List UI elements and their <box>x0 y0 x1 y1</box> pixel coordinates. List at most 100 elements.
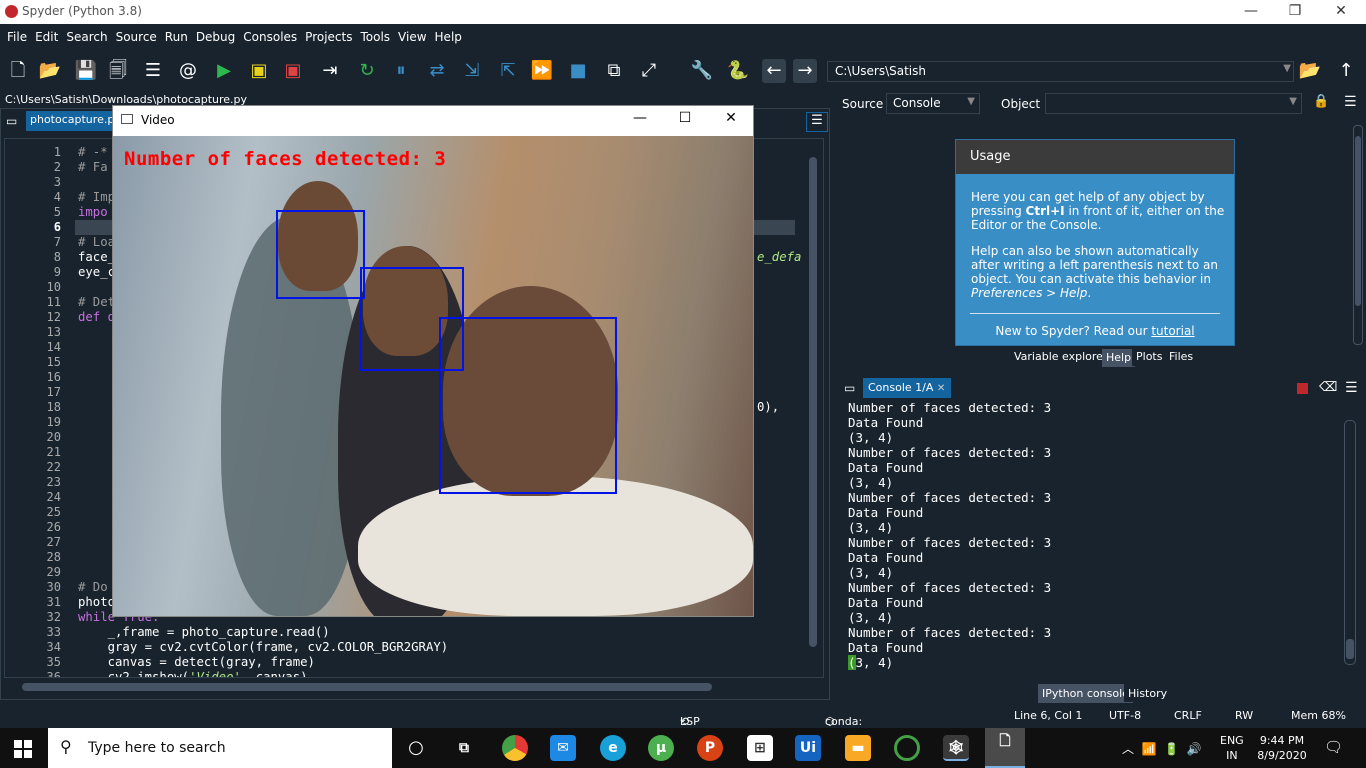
open-file-icon[interactable]: 📂 <box>38 59 62 83</box>
console-line: Number of faces detected: 3 <box>848 490 1052 505</box>
run-cell-advance-icon[interactable]: ▣ <box>281 59 305 83</box>
fullscreen-icon[interactable]: ⤢ <box>637 59 661 83</box>
tutorial-link[interactable]: tutorial <box>1151 324 1194 338</box>
video-taskbar-icon[interactable]: 🗋 <box>985 728 1025 768</box>
tab-variable-explorer[interactable]: Variable explorer <box>1010 348 1112 366</box>
close-tab-icon[interactable]: ✕ <box>937 383 945 394</box>
restore-button[interactable]: ❐ <box>1272 0 1318 24</box>
editor-horizontal-scrollbar[interactable] <box>22 683 712 691</box>
tab-photocapture[interactable]: photocapture.py <box>26 111 116 131</box>
cortana-icon[interactable]: ○ <box>403 735 429 761</box>
continue-icon[interactable]: ⏩ <box>530 59 554 83</box>
editor-options-icon[interactable]: ☰ <box>806 112 828 132</box>
step-return-icon[interactable]: ⇱ <box>496 59 520 83</box>
parent-dir-icon[interactable]: ↑ <box>1334 59 1358 83</box>
tab-plots[interactable]: Plots <box>1132 348 1167 366</box>
menu-file[interactable]: File <box>3 24 31 44</box>
close-button[interactable]: ✕ <box>1318 0 1364 24</box>
help-scrollbar[interactable] <box>1353 125 1363 345</box>
tab-history[interactable]: History <box>1124 684 1172 702</box>
line-number: 21 <box>46 445 61 459</box>
wps-icon[interactable]: P <box>697 735 723 761</box>
windows-start-icon[interactable] <box>14 740 32 758</box>
language-indicator[interactable]: ENG IN <box>1220 733 1244 763</box>
run-icon[interactable]: ▶ <box>212 59 236 83</box>
line-number: 29 <box>46 565 61 579</box>
line-number: 18 <box>46 400 61 414</box>
preferences-icon[interactable]: 🔧 <box>690 59 714 83</box>
tab-files[interactable]: Files <box>1165 348 1198 366</box>
run-selection-icon[interactable]: ⇥ <box>318 59 342 83</box>
browse-tabs-icon[interactable]: ▭ <box>6 114 17 128</box>
store-icon[interactable]: ⊞ <box>747 735 773 761</box>
forward-icon[interactable]: → <box>793 59 817 83</box>
rerun-icon[interactable]: ↻ <box>355 59 379 83</box>
memory-usage: Mem 68% <box>1291 709 1346 722</box>
maximize-pane-icon[interactable]: ⧉ <box>602 59 626 83</box>
spyder-taskbar-icon[interactable]: 🕸 <box>943 735 969 761</box>
menu-debug[interactable]: Debug <box>192 24 239 44</box>
back-icon[interactable]: ← <box>762 59 786 83</box>
stop-kernel-icon[interactable] <box>1297 383 1308 394</box>
code-line-4: # Imp <box>78 190 116 204</box>
task-view-icon[interactable]: ⧉ <box>451 735 477 761</box>
tray-icons[interactable]: ︿ 📶 🔋 🔊 <box>1122 740 1202 757</box>
code-line-11: # Det <box>78 295 116 309</box>
object-field[interactable]: ▼ <box>1045 93 1302 114</box>
tab-ipython-console[interactable]: IPython console <box>1038 684 1133 704</box>
taskbar-search[interactable]: ⚲ Type here to search <box>48 728 392 768</box>
menu-source[interactable]: Source <box>112 24 161 44</box>
step-icon[interactable]: ⇄ <box>425 59 449 83</box>
menu-run[interactable]: Run <box>161 24 192 44</box>
source-select[interactable]: Console ▼ <box>886 93 980 114</box>
clear-console-icon[interactable]: ⌫ <box>1319 380 1337 395</box>
video-window[interactable]: Video — ☐ ✕ Number of faces detected: 3 <box>112 105 754 617</box>
help-options-icon[interactable]: ☰ <box>1344 94 1357 110</box>
menu-edit[interactable]: Edit <box>31 24 62 44</box>
editor-vertical-scrollbar[interactable] <box>809 157 817 647</box>
at-icon[interactable]: @ <box>176 59 200 83</box>
video-maximize-button[interactable]: ☐ <box>670 110 700 126</box>
menu-help[interactable]: Help <box>431 24 466 44</box>
notifications-icon[interactable]: 🗨 <box>1324 738 1343 756</box>
usage-shortcut: Ctrl+I <box>1025 204 1065 218</box>
code-line-34: gray = cv2.cvtColor(frame, cv2.COLOR_BGR… <box>78 640 449 654</box>
video-close-button[interactable]: ✕ <box>716 110 746 126</box>
browse-folder-icon[interactable]: 📂 <box>1298 59 1322 83</box>
step-into-icon[interactable]: ⇲ <box>460 59 484 83</box>
menu-projects[interactable]: Projects <box>301 24 356 44</box>
console-output[interactable]: Number of faces detected: 3 Data Found (3,… <box>848 403 1338 671</box>
working-directory-field[interactable]: C:\Users\Satish ▼ <box>827 61 1294 82</box>
menu-view[interactable]: View <box>394 24 430 44</box>
clock[interactable]: 9:44 PM 8/9/2020 <box>1256 733 1308 763</box>
video-minimize-button[interactable]: — <box>625 110 655 126</box>
edge-icon[interactable]: e <box>600 735 626 761</box>
menu-tools[interactable]: Tools <box>356 24 394 44</box>
lock-icon[interactable]: 🔒 <box>1313 94 1329 109</box>
outline-icon[interactable]: ☰ <box>141 59 165 83</box>
stop-icon[interactable]: ■ <box>566 59 590 83</box>
mail-icon[interactable]: ✉ <box>550 735 576 761</box>
run-cell-icon[interactable]: ▣ <box>247 59 271 83</box>
menu-consoles[interactable]: Consoles <box>239 24 301 44</box>
tab-console-1a[interactable]: Console 1/A ✕ <box>863 378 951 398</box>
console-scrollbar[interactable] <box>1344 420 1356 665</box>
new-file-icon[interactable]: 🗋 <box>6 59 30 83</box>
uipath-icon[interactable]: Ui <box>795 735 821 761</box>
python-path-icon[interactable]: 🐍 <box>726 59 750 83</box>
tab-help[interactable]: Help <box>1102 349 1136 367</box>
code-line-35: canvas = detect(gray, frame) <box>78 655 315 669</box>
debug-icon[interactable]: ⏸ <box>389 59 413 83</box>
anaconda-icon[interactable] <box>894 735 920 761</box>
utorrent-icon[interactable]: µ <box>648 735 674 761</box>
minimize-button[interactable]: — <box>1228 0 1274 24</box>
save-icon[interactable]: 💾 <box>74 59 98 83</box>
menu-search[interactable]: Search <box>62 24 111 44</box>
file-explorer-icon[interactable]: ▬ <box>845 735 871 761</box>
save-all-icon[interactable]: 🗐 <box>106 59 130 83</box>
console-options-icon[interactable]: ☰ <box>1345 380 1358 396</box>
browse-console-tabs-icon[interactable]: ▭ <box>844 381 855 395</box>
chevron-down-icon[interactable]: ▼ <box>1283 63 1291 74</box>
line-number: 11 <box>46 295 61 309</box>
chrome-icon[interactable] <box>502 735 528 761</box>
